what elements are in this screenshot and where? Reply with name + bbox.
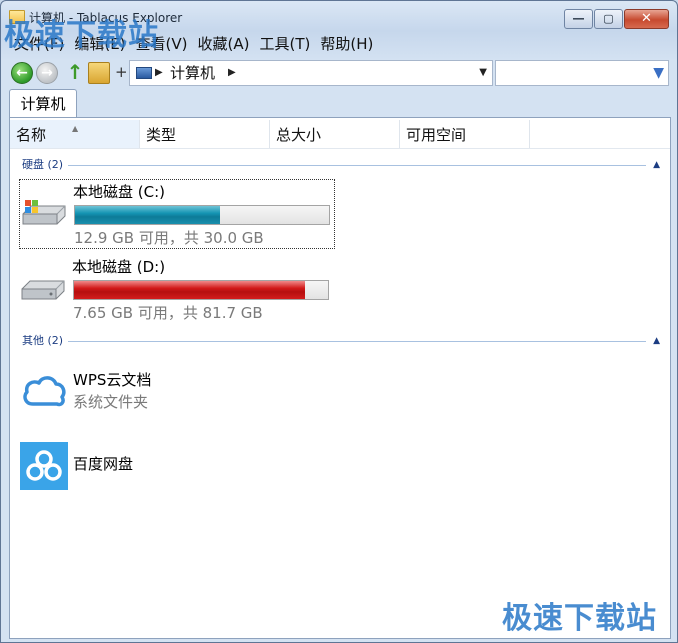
tab-computer[interactable]: 计算机 — [9, 89, 77, 118]
sort-ascending-icon: ▲ — [72, 124, 79, 133]
drive-name: 本地磁盘 (D:) — [72, 258, 166, 276]
menu-tools[interactable]: 工具(T) — [254, 33, 315, 55]
new-tab-button[interactable]: + — [115, 62, 128, 82]
wps-cloud-icon — [23, 376, 66, 407]
column-header-name[interactable]: 名称 ▲ — [10, 120, 140, 148]
column-header-type[interactable]: 类型 — [140, 120, 270, 148]
computer-icon — [136, 67, 152, 79]
group-label: 其他 (2) — [22, 334, 64, 347]
close-icon: ✕ — [641, 11, 652, 26]
minimize-icon: ― — [573, 12, 584, 25]
caption-buttons: ― ▢ ✕ — [563, 9, 669, 29]
back-button[interactable]: ← — [11, 62, 33, 84]
column-headers: 名称 ▲ 类型 总大小 可用空间 — [10, 120, 670, 149]
address-dropdown-icon[interactable]: ▼ — [479, 64, 487, 82]
watermark-top: 极速下载站 — [4, 18, 159, 53]
item-name: WPS云文档 — [73, 371, 152, 389]
drive-capacity-bar — [73, 280, 329, 300]
forward-button[interactable]: → — [36, 62, 58, 84]
column-header-free-space[interactable]: 可用空间 — [400, 120, 530, 148]
maximize-icon: ▢ — [603, 12, 614, 25]
group-header-drives[interactable]: 硬盘 (2) ▲ — [22, 158, 662, 172]
up-arrow-icon: ↑ — [66, 60, 84, 84]
group-divider — [68, 165, 646, 166]
drive-usage-text: 7.65 GB 可用，共 81.7 GB — [73, 304, 263, 322]
drive-capacity-bar — [74, 205, 330, 225]
column-header-total-size[interactable]: 总大小 — [270, 120, 400, 148]
breadcrumb-arrow-icon[interactable]: ▶ — [228, 64, 236, 82]
collapse-icon[interactable]: ▲ — [653, 334, 660, 348]
drive-capacity-fill — [74, 281, 306, 299]
drive-name: 本地磁盘 (C:) — [73, 183, 165, 201]
explorer-window: 计算机 - Tablacus Explorer ― ▢ ✕ 文件(F) 编辑(E… — [0, 0, 678, 643]
collapse-icon[interactable]: ▲ — [653, 158, 660, 172]
maximize-button[interactable]: ▢ — [594, 9, 623, 29]
group-label: 硬盘 (2) — [22, 158, 64, 171]
item-type: 系统文件夹 — [73, 393, 149, 411]
close-button[interactable]: ✕ — [624, 9, 669, 29]
menu-help[interactable]: 帮助(H) — [315, 33, 378, 55]
forward-arrow-icon: → — [41, 65, 53, 81]
address-text[interactable]: 计算机 — [170, 63, 215, 83]
hard-drive-icon — [21, 280, 65, 300]
drive-usage-text: 12.9 GB 可用，共 30.0 GB — [74, 229, 264, 247]
file-list-pane: 名称 ▲ 类型 总大小 可用空间 硬盘 (2) ▲ 本地磁盘 (C:) 12.9… — [9, 117, 671, 639]
address-bar[interactable]: ▶ 计算机 ▶ ▼ — [129, 60, 493, 86]
list-item-baidu-netdisk[interactable]: 百度网盘 — [19, 440, 319, 494]
hard-drive-windows-icon — [22, 200, 66, 225]
drive-item-c[interactable]: 本地磁盘 (C:) 12.9 GB 可用，共 30.0 GB — [19, 179, 335, 249]
folder-tree-button[interactable] — [88, 62, 110, 84]
filter-icon[interactable]: ▼ — [653, 63, 664, 83]
list-item-wps-cloud[interactable]: WPS云文档 系统文件夹 — [19, 366, 319, 420]
drive-capacity-fill — [75, 206, 220, 224]
navigation-bar: ← → ↑ + ▶ 计算机 ▶ ▼ ▼ — [9, 59, 669, 87]
back-arrow-icon: ← — [16, 65, 28, 81]
drive-item-d[interactable]: 本地磁盘 (D:) 7.65 GB 可用，共 81.7 GB — [19, 255, 335, 325]
column-label: 名称 — [16, 126, 47, 144]
group-header-other[interactable]: 其他 (2) ▲ — [22, 334, 662, 348]
up-button[interactable]: ↑ — [64, 61, 86, 83]
breadcrumb-arrow-icon[interactable]: ▶ — [155, 64, 163, 82]
search-input[interactable]: ▼ — [495, 60, 669, 86]
menu-favorites[interactable]: 收藏(A) — [193, 33, 255, 55]
item-name: 百度网盘 — [73, 455, 134, 473]
baidu-netdisk-icon — [20, 442, 68, 490]
minimize-button[interactable]: ― — [564, 9, 593, 29]
watermark-bottom: 极速下载站 — [502, 601, 657, 636]
group-divider — [68, 341, 646, 342]
